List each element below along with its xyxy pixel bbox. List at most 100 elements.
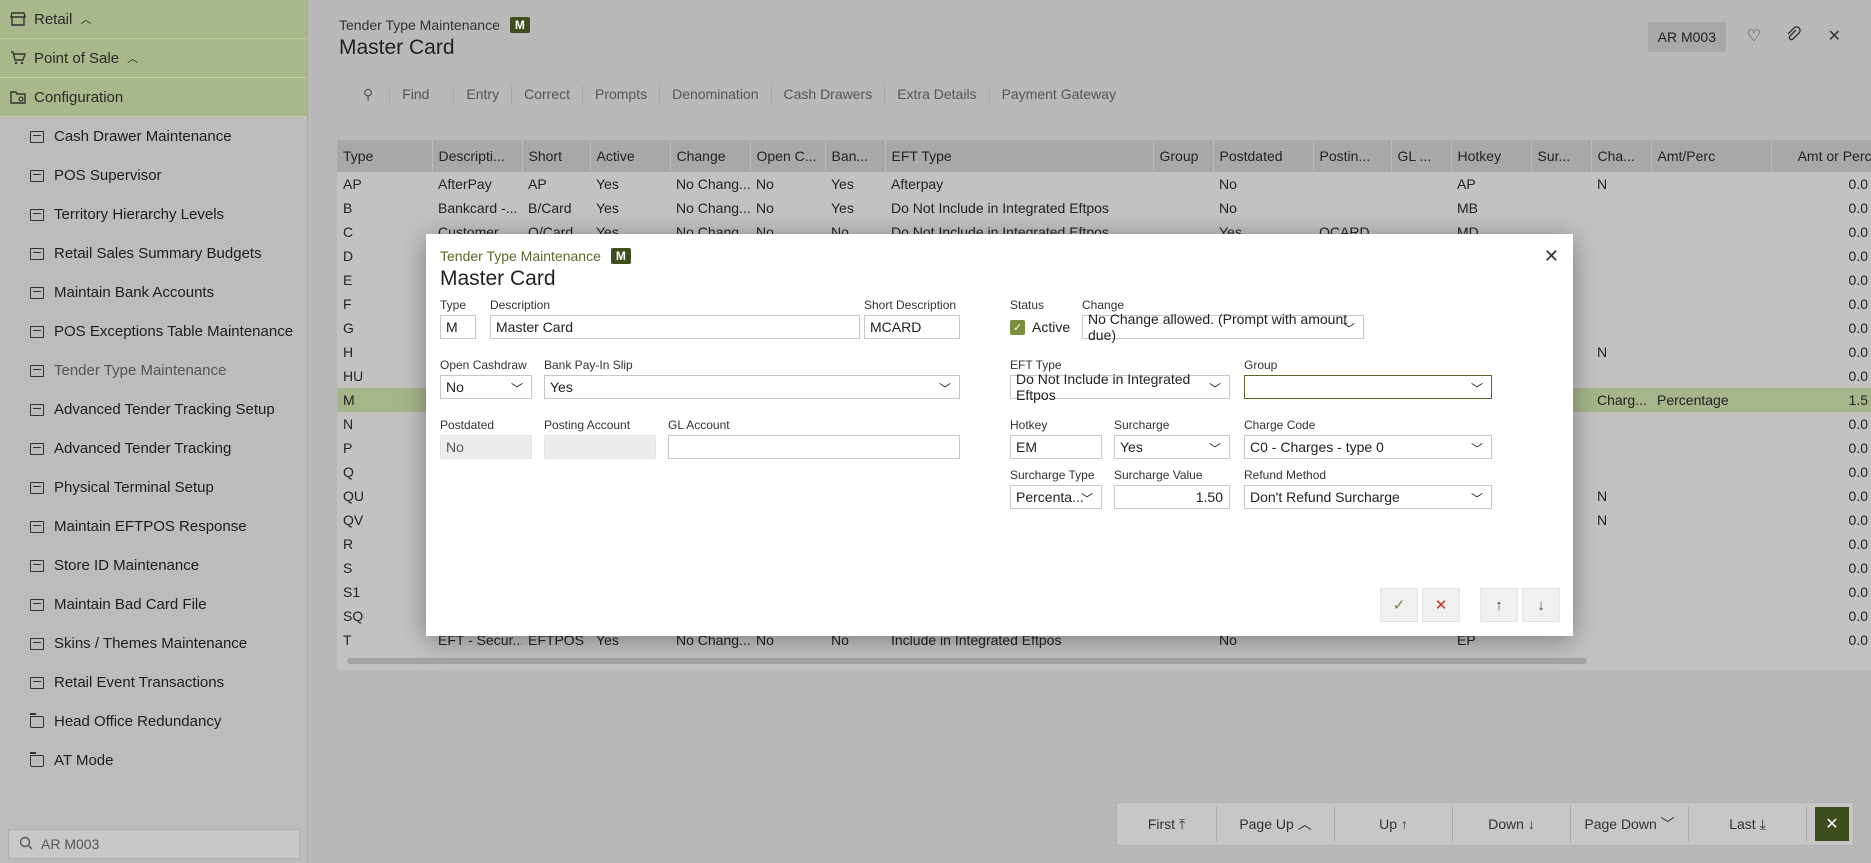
column-header[interactable]: Open C... [750,140,826,172]
pager-first-button[interactable]: First ⤒ [1117,806,1217,842]
column-header[interactable]: Change [670,140,751,172]
sidebar-item-retail-event-transactions[interactable]: Retail Event Transactions [0,663,307,702]
hotkey-field[interactable]: EM [1010,435,1102,459]
column-header[interactable]: Hotkey [1451,140,1532,172]
toolbar-cash-drawers[interactable]: Cash Drawers [772,86,886,103]
sidebar-item-advanced-tender-tracking[interactable]: Advanced Tender Tracking [0,429,307,468]
dialog-close-icon[interactable]: ✕ [1544,246,1559,267]
column-header[interactable]: Amt/Perc [1651,140,1772,172]
heart-icon[interactable]: ♡ [1747,26,1761,46]
sidebar-item-at-mode[interactable]: AT Mode [0,741,307,780]
column-header[interactable]: Postdated [1213,140,1314,172]
sidebar-item-pos-supervisor[interactable]: POS Supervisor [0,156,307,195]
cancel-button[interactable]: ✕ [1422,588,1460,622]
sidebar-item-retail-sales-summary-budgets[interactable]: Retail Sales Summary Budgets [0,234,307,273]
surcharge-type-select[interactable]: Percenta... ﹀ [1010,485,1102,509]
sidebar-item-label: Physical Terminal Setup [54,479,214,496]
table-row[interactable]: B Bankcard -... B/Card Yes No Chang... No Yes D… [337,196,1871,220]
short-description-field[interactable]: MCARD [864,315,960,339]
eft-type-select[interactable]: Do Not Include in Integrated Eftpos ﹀ [1010,371,1230,403]
sidebar-item-cash-drawer-maintenance[interactable]: Cash Drawer Maintenance [0,117,307,156]
table-cell [1391,196,1451,220]
toolbar-entry[interactable]: Entry [454,86,513,103]
column-header[interactable]: Cha... [1591,140,1652,172]
toolbar-correct[interactable]: Correct [512,86,583,103]
sidebar-item-maintain-eftpos-response[interactable]: Maintain EFTPOS Response [0,507,307,546]
sidebar-item-label: Advanced Tender Tracking [54,440,232,457]
table-row[interactable]: AP AfterPay AP Yes No Chang... No Yes Afterpay N… [337,172,1871,196]
gl-account-field[interactable] [668,435,960,459]
sidebar-group-retail[interactable]: Retail ︿ [0,0,307,39]
table-cell [1651,316,1771,340]
table-cell [1531,172,1591,196]
active-checkbox[interactable]: ✓ [1010,320,1025,335]
column-header[interactable]: Amt or Perc [1771,140,1871,172]
user-chip[interactable]: AR M003 [1647,22,1726,52]
sidebar-item-maintain-bank-accounts[interactable]: Maintain Bank Accounts [0,273,307,312]
sidebar-item-advanced-tender-tracking-setup[interactable]: Advanced Tender Tracking Setup [0,390,307,429]
column-header[interactable]: GL ... [1391,140,1452,172]
pager-page-up-button[interactable]: Page Up ︿ [1217,806,1335,842]
sidebar-item-physical-terminal-setup[interactable]: Physical Terminal Setup [0,468,307,507]
folder-gear-icon [10,90,26,104]
table-header-row: Type Descripti... Short Active Change Open C.… [337,140,1871,172]
column-header[interactable]: Type [337,140,433,172]
column-header[interactable]: Sur... [1531,140,1592,172]
form-icon [30,598,44,611]
change-select[interactable]: No Change allowed. (Prompt with amount d… [1082,311,1364,343]
description-field[interactable]: Master Card [490,315,860,339]
table-cell: Percentage [1651,388,1771,412]
form-icon [30,481,44,494]
dialog-subtitle-text: Tender Type Maintenance [440,248,601,264]
sidebar-item-store-id-maintenance[interactable]: Store ID Maintenance [0,546,307,585]
sidebar-search-input[interactable]: AR M003 [8,829,300,859]
column-header[interactable]: Descripti... [432,140,523,172]
sidebar-item-territory-hierarchy-levels[interactable]: Territory Hierarchy Levels [0,195,307,234]
next-record-button[interactable]: ↓ [1522,588,1560,622]
sidebar-item-pos-exceptions-table-maintenance[interactable]: POS Exceptions Table Maintenance [0,312,307,351]
column-header[interactable]: Postin... [1313,140,1392,172]
type-field[interactable]: M [440,315,476,339]
open-cashdraw-select[interactable]: No ﹀ [440,375,532,399]
group-select[interactable]: ﹀ [1244,375,1492,399]
surcharge-select[interactable]: Yes ﹀ [1114,435,1230,459]
table-cell [1651,532,1771,556]
column-header[interactable]: EFT Type [885,140,1154,172]
confirm-button[interactable]: ✓ [1380,588,1418,622]
sidebar-group-point-of-sale[interactable]: Point of Sale ︿ [0,39,307,78]
sidebar-item-maintain-bad-card-file[interactable]: Maintain Bad Card File [0,585,307,624]
bank-payin-select[interactable]: Yes ﹀ [544,375,960,399]
column-header[interactable]: Group [1153,140,1214,172]
previous-record-button[interactable]: ↑ [1480,588,1518,622]
table-cell [1153,196,1213,220]
charge-code-select[interactable]: C0 - Charges - type 0 ﹀ [1244,435,1492,459]
form-icon [30,325,44,338]
toolbar-find[interactable]: ⚲ Find [339,86,455,103]
pager-up-button[interactable]: Up ↑ [1335,806,1453,842]
paperclip-icon[interactable] [1785,26,1801,47]
close-icon[interactable]: ✕ [1828,26,1841,46]
pager-last-button[interactable]: Last ⤓ [1689,806,1807,842]
toolbar-payment-gateway[interactable]: Payment Gateway [990,86,1128,103]
horizontal-scrollbar[interactable] [347,658,1587,664]
sidebar: Retail ︿ Point of Sale ︿ Configuration C… [0,0,308,863]
sidebar-item-tender-type-maintenance[interactable]: Tender Type Maintenance [0,351,307,390]
sidebar-item-head-office-redundancy[interactable]: Head Office Redundancy [0,702,307,741]
toolbar-denomination[interactable]: Denomination [660,86,772,103]
column-header[interactable]: Short [522,140,591,172]
table-cell [1591,292,1651,316]
surcharge-value-field[interactable]: 1.50 [1114,485,1230,509]
sidebar-item-skins-themes-maintenance[interactable]: Skins / Themes Maintenance [0,624,307,663]
pager-down-button[interactable]: Down ↓ [1453,806,1571,842]
column-header[interactable]: Active [590,140,671,172]
pager-page-down-button[interactable]: Page Down ﹀ [1571,806,1689,842]
table-cell: 0.0 [1848,200,1868,216]
column-header[interactable]: Ban... [825,140,886,172]
pager-close-button[interactable]: ✕ [1815,807,1849,841]
refund-method-select[interactable]: Don't Refund Surcharge ﹀ [1244,485,1492,509]
sidebar-group-configuration[interactable]: Configuration [0,78,307,117]
toolbar-prompts[interactable]: Prompts [583,86,661,103]
posting-account-label: Posting Account [544,418,631,432]
surcharge-value-label: Surcharge Value [1114,468,1203,482]
toolbar-extra-details[interactable]: Extra Details [885,86,990,103]
